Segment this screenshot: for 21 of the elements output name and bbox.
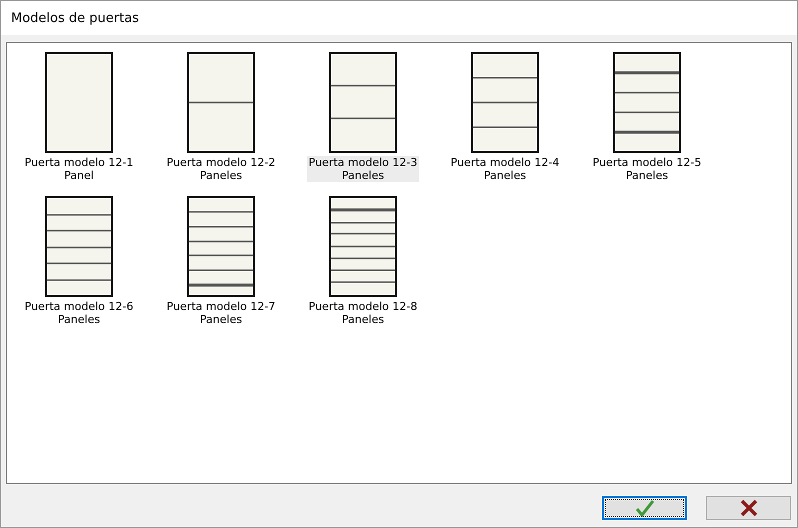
- door-icon: [187, 196, 255, 297]
- door-model-item[interactable]: Puerta modelo 12-8 Paneles: [306, 300, 420, 326]
- door-icon: [45, 196, 113, 297]
- close-icon: [738, 499, 758, 517]
- door-model-item[interactable]: Puerta modelo 12-3 Paneles: [306, 156, 420, 182]
- ok-button[interactable]: [602, 496, 687, 520]
- door-icon: [187, 52, 255, 153]
- door-icon: [329, 196, 397, 297]
- door-model-item[interactable]: Puerta modelo 12-6 Paneles: [22, 300, 136, 326]
- cancel-button[interactable]: [706, 496, 791, 520]
- door-icon: [613, 52, 681, 153]
- door-model-item[interactable]: Puerta modelo 12-1 Panel: [22, 156, 136, 182]
- window-title: Modelos de puertas: [11, 10, 139, 26]
- checkmark-icon: [634, 499, 654, 517]
- door-model-item[interactable]: Puerta modelo 12-5 Paneles: [590, 156, 704, 182]
- door-model-item[interactable]: Puerta modelo 12-4 Paneles: [448, 156, 562, 182]
- door-icon: [45, 52, 113, 153]
- door-model-item[interactable]: Puerta modelo 12-7 Paneles: [164, 300, 278, 326]
- door-icon: [471, 52, 539, 153]
- door-icon: [329, 52, 397, 153]
- door-model-item[interactable]: Puerta modelo 12-2 Paneles: [164, 156, 278, 182]
